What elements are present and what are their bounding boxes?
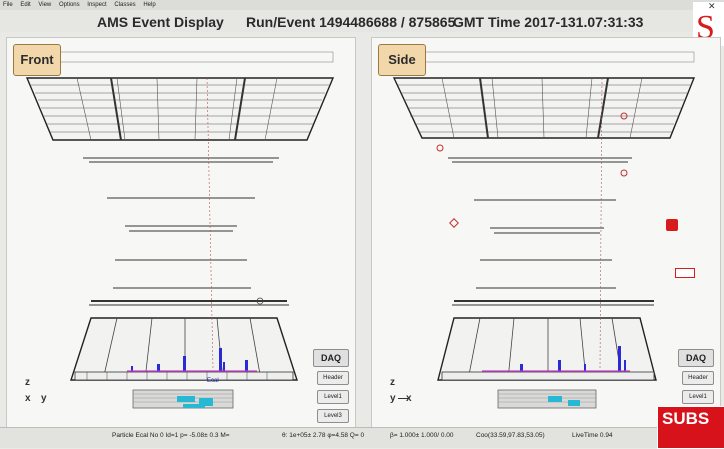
red-marker-icon <box>666 219 678 231</box>
ecal-label: Ecal <box>207 378 219 384</box>
daq-button[interactable]: DAQ <box>313 349 349 367</box>
axis-y-label: y <box>390 393 396 404</box>
menu-options[interactable]: Options <box>56 0 83 10</box>
menu-view[interactable]: View <box>35 0 54 10</box>
side-detector-view <box>392 51 696 409</box>
header-button[interactable]: Header <box>317 371 349 385</box>
beta-info: β= 1.000± 1.000/ 0.00 <box>390 432 454 439</box>
menu-inspect[interactable]: Inspect <box>84 0 109 10</box>
subscribe-badge[interactable]: SUBS <box>657 406 724 449</box>
axis-x-label: x <box>406 393 412 404</box>
white-marker-icon <box>675 268 695 278</box>
gmt-time-label: GMT Time 2017-131.07:31:33 <box>453 14 644 30</box>
header-button-side[interactable]: Header <box>682 371 714 385</box>
level3-button[interactable]: Level3 <box>317 409 349 423</box>
tab-front[interactable]: Front <box>13 44 61 76</box>
run-event-label: Run/Event 1494486688 / 875865 <box>246 14 456 30</box>
level1-button-side[interactable]: Level1 <box>682 390 714 404</box>
coo-info: Coo(33.59,97.83,53.05) <box>476 432 545 439</box>
menu-edit[interactable]: Edit <box>17 0 33 10</box>
axis-z-label: z <box>25 377 30 388</box>
front-view-panel: Front z x y Ecal DAQ Header Level1 Level… <box>6 37 356 429</box>
tab-side[interactable]: Side <box>378 44 426 76</box>
status-bar: Particle Ecal No 0 Id=1 p= -5.08± 0.3 M=… <box>0 427 724 448</box>
side-view-panel: Side z y — x DAQ Header Level1 <box>371 37 721 429</box>
close-icon[interactable]: ✕ <box>708 1 716 12</box>
menu-help[interactable]: Help <box>140 0 158 10</box>
menu-file[interactable]: File <box>0 0 16 10</box>
theta-info: θ: 1e+05± 2.78 φ=4.58 Q= 0 <box>282 432 365 439</box>
menu-classes[interactable]: Classes <box>111 0 138 10</box>
axis-x-label: x <box>25 393 31 404</box>
livetime-info: LiveTime 0.94 <box>572 432 613 439</box>
app-title: AMS Event Display <box>97 14 224 30</box>
front-detector-view <box>25 51 335 409</box>
daq-button-side[interactable]: DAQ <box>678 349 714 367</box>
axis-z-label: z <box>390 377 395 388</box>
particle-info: Particle Ecal No 0 Id=1 p= -5.08± 0.3 M= <box>112 432 230 439</box>
axis-y-label: y <box>41 393 47 404</box>
subscribe-text: SUBS <box>662 409 710 428</box>
level1-button[interactable]: Level1 <box>317 390 349 404</box>
